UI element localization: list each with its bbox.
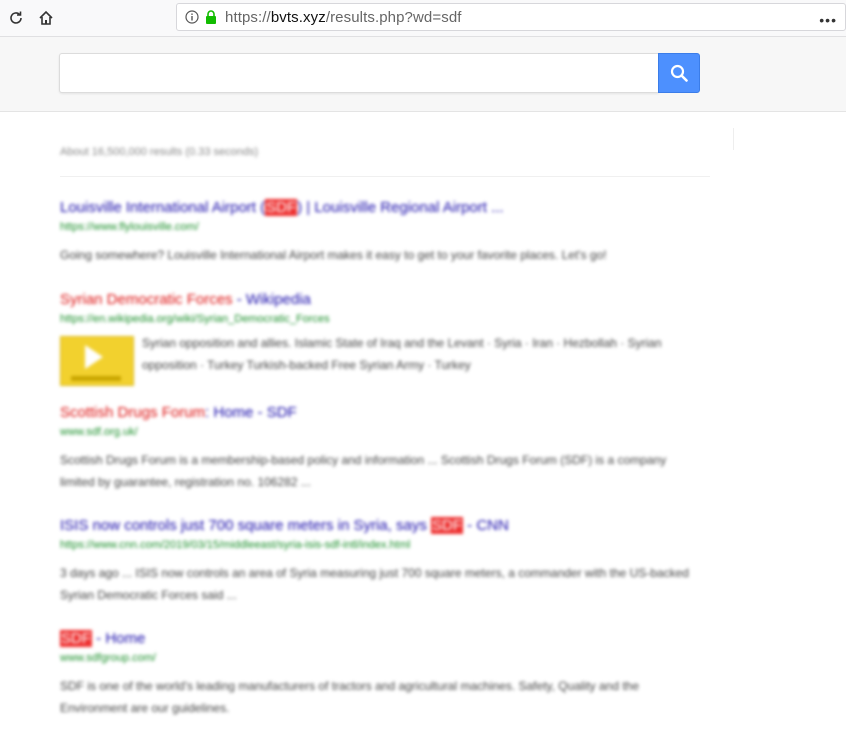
results-stats: About 16,500,000 results (0.33 seconds) (60, 146, 259, 158)
title-text: - Wikipedia (232, 291, 311, 308)
result-body: Syrian opposition and allies. Islamic St… (60, 336, 700, 386)
result-title-link[interactable]: Syrian Democratic Forces - Wikipedia (60, 291, 700, 309)
home-icon (39, 10, 53, 25)
title-text: - CNN (463, 517, 509, 534)
result-item: Scottish Drugs Forum: Home - SDF www.sdf… (60, 404, 700, 493)
result-snippet: Syrian opposition and allies. Islamic St… (142, 336, 662, 372)
play-icon (85, 345, 103, 369)
result-item: Louisville International Airport (SDF) |… (60, 199, 700, 266)
result-url: www.sdfgroup.com/ (60, 652, 156, 664)
browser-toolbar: https://bvts.xyz/results.php?wd=sdf ••• (0, 0, 846, 37)
result-title-link[interactable]: ISIS now controls just 700 square meters… (60, 517, 700, 535)
url-domain: bvts.xyz (270, 8, 326, 26)
thumbnail-caption (71, 376, 121, 381)
result-snippet: SDF is one of the world's leading manufa… (60, 679, 640, 715)
info-icon[interactable] (185, 10, 199, 24)
search-header (0, 37, 846, 112)
title-text: Louisville International Airport ( (60, 199, 266, 216)
title-text: ) | Louisville Regional Airport ... (297, 199, 504, 216)
title-highlight: SDF (60, 630, 92, 647)
title-highlight: SDF (431, 517, 463, 534)
result-item: SDF - Home www.sdfgroup.com/ SDF is one … (60, 630, 700, 719)
result-url: https://en.wikipedia.org/wiki/Syrian_Dem… (60, 313, 330, 325)
title-text: : Home - SDF (205, 404, 297, 421)
address-bar[interactable]: https://bvts.xyz/results.php?wd=sdf ••• (176, 3, 846, 31)
search-box (59, 53, 659, 93)
home-button[interactable] (31, 3, 61, 33)
result-item: ISIS now controls just 700 square meters… (60, 517, 700, 606)
reload-icon (10, 11, 22, 24)
title-text: ISIS now controls just 700 square meters… (60, 517, 431, 534)
title-highlight: SDF (265, 199, 298, 216)
search-input[interactable] (60, 54, 659, 92)
divider (733, 128, 734, 150)
divider (60, 176, 710, 177)
result-title-link[interactable]: SDF - Home (60, 630, 700, 648)
result-url: https://www.flylouisville.com/ (60, 221, 199, 233)
title-highlight: Syrian Democratic Forces (60, 291, 233, 308)
result-url: https://www.cnn.com/2019/03/15/middleeas… (60, 539, 411, 551)
title-text: - Home (92, 630, 146, 647)
url-path: /results.php?wd=sdf (325, 8, 462, 26)
title-highlight: Scottish Drugs Forum (60, 404, 206, 421)
video-thumbnail[interactable] (60, 336, 134, 386)
result-url: www.sdf.org.uk/ (60, 426, 138, 438)
search-icon (670, 64, 688, 82)
result-snippet: Scottish Drugs Forum is a membership-bas… (60, 453, 667, 489)
url-prefix: https:// (225, 8, 271, 26)
more-icon[interactable]: ••• (819, 12, 837, 28)
result-snippet: 3 days ago ... ISIS now controls an area… (60, 566, 689, 602)
result-snippet: Going somewhere? Louisville Internationa… (60, 248, 607, 262)
search-button[interactable] (658, 53, 700, 93)
reload-button[interactable] (1, 3, 31, 33)
lock-icon (206, 10, 216, 24)
url-text[interactable]: https://bvts.xyz/results.php?wd=sdf (225, 9, 462, 26)
result-title-link[interactable]: Louisville International Airport (SDF) |… (60, 199, 700, 217)
result-item: Syrian Democratic Forces - Wikipedia htt… (60, 291, 700, 386)
result-title-link[interactable]: Scottish Drugs Forum: Home - SDF (60, 404, 700, 422)
